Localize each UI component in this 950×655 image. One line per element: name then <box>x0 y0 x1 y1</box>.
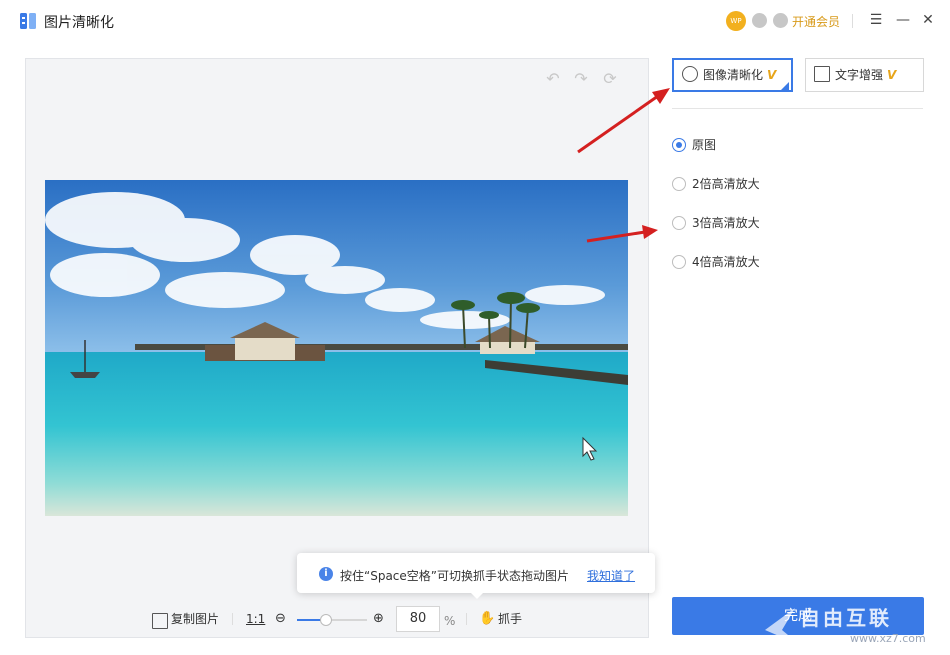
radio[interactable] <box>672 255 686 269</box>
option-label: 2倍高清放大 <box>692 177 760 191</box>
divider <box>466 613 467 625</box>
option-3x[interactable]: 3倍高清放大 <box>672 215 760 231</box>
tab-label: 图像清晰化 <box>703 68 764 82</box>
info-icon: i <box>319 567 333 581</box>
option-label: 4倍高清放大 <box>692 255 760 269</box>
tooltip-arrow <box>470 592 484 599</box>
vip-link[interactable]: 开通会员 <box>792 13 840 30</box>
hand-tool-button[interactable]: 抓手 <box>498 611 522 627</box>
divider <box>672 108 923 109</box>
tab-label: 文字增强 <box>835 68 884 82</box>
medal-icon <box>752 13 767 28</box>
hint-text: 按住“Space空格”可切换抓手状态拖动图片 <box>340 569 570 583</box>
preview-image[interactable] <box>45 180 628 516</box>
copy-image-button[interactable]: 复制图片 <box>171 611 219 627</box>
zoom-slider-handle[interactable] <box>320 614 332 626</box>
radio[interactable] <box>672 216 686 230</box>
radio-selected[interactable] <box>672 138 686 152</box>
divider <box>232 613 233 625</box>
option-original[interactable]: 原图 <box>672 137 716 153</box>
zoom-in-icon[interactable]: ⊕ <box>373 611 387 626</box>
tab-text-enhance[interactable]: 文字增强 V <box>805 58 924 92</box>
refresh-icon[interactable]: ⟳ <box>601 70 619 88</box>
zoom-unit: % <box>444 614 456 628</box>
watermark-url: www.xz7.com <box>850 632 926 645</box>
option-label: 原图 <box>692 138 717 152</box>
menu-icon[interactable]: ☰ <box>868 12 884 28</box>
option-4x[interactable]: 4倍高清放大 <box>672 254 760 270</box>
hand-icon[interactable]: ✋ <box>479 611 495 627</box>
actual-size-button[interactable]: 1:1 <box>246 611 265 627</box>
vip-badge: V <box>887 68 897 82</box>
redo-icon[interactable]: ↷ <box>572 70 590 88</box>
divider <box>852 14 853 28</box>
option-2x[interactable]: 2倍高清放大 <box>672 176 760 192</box>
minimize-icon[interactable]: — <box>895 12 911 28</box>
watermark-text: 自由互联 <box>800 606 892 630</box>
vip-badge: V <box>767 68 777 82</box>
close-icon[interactable]: ✕ <box>920 12 936 28</box>
selected-corner-mark <box>781 82 789 90</box>
user-avatar[interactable]: WP <box>726 11 746 31</box>
tab-image-enhance[interactable]: 图像清晰化 V <box>672 58 793 92</box>
contrast-icon <box>682 66 698 82</box>
option-label: 3倍高清放大 <box>692 216 760 230</box>
zoom-input[interactable]: 80 <box>396 606 440 632</box>
dismiss-hint-link[interactable]: 我知道了 <box>587 567 635 584</box>
copy-icon[interactable] <box>152 613 168 629</box>
text-compare-icon <box>814 66 830 82</box>
app-title: 图片清晰化 <box>44 15 114 31</box>
shield-icon <box>773 13 788 28</box>
radio[interactable] <box>672 177 686 191</box>
undo-icon[interactable]: ↶ <box>544 70 562 88</box>
app-logo-icon <box>20 13 36 29</box>
zoom-out-icon[interactable]: ⊖ <box>275 611 289 626</box>
